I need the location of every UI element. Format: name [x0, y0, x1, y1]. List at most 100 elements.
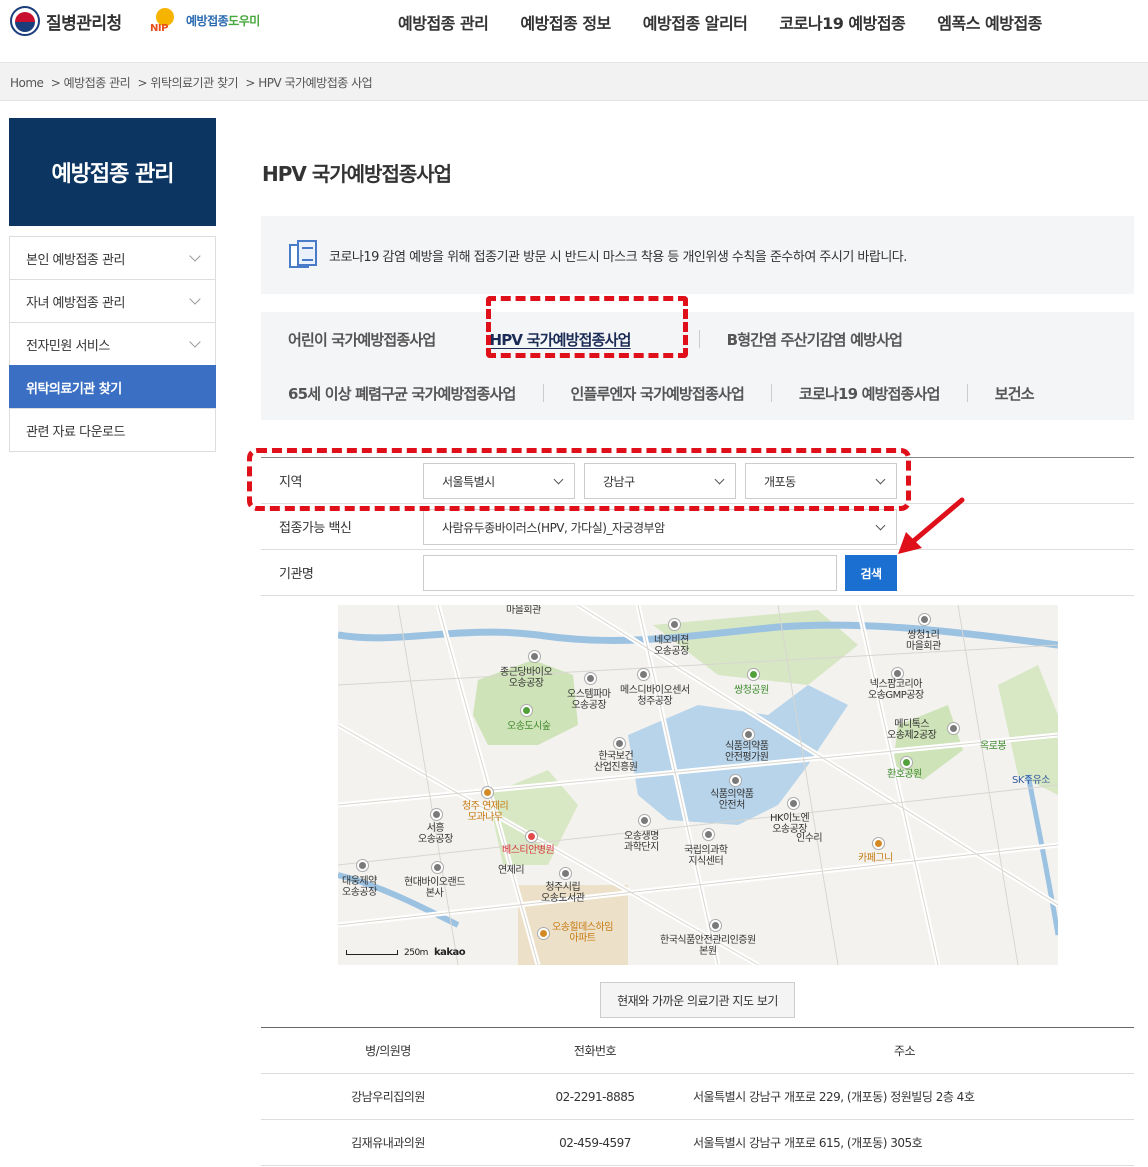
nip-logo[interactable]: NIP 예방접종도우미 [148, 6, 260, 34]
gnb-item-vaccination-info[interactable]: 예방접종 정보 [520, 10, 611, 34]
col-header-address: 주소 [893, 1044, 916, 1058]
map-pin-icon [948, 723, 959, 734]
tab-divider [698, 330, 700, 348]
helper-brand-a: 예방접종 [186, 13, 229, 28]
breadcrumb-home[interactable]: Home [10, 76, 44, 90]
tab-influenza[interactable]: 인플루엔자 국가예방접종사업 [571, 383, 745, 404]
map-label: 메스디바이오센서 청주공장 [620, 685, 690, 707]
breadcrumb-find-clinic[interactable]: > 위탁의료기관 찾기 [138, 76, 239, 90]
breadcrumb-current: > HPV 국가예방접종 사업 [245, 76, 373, 90]
clinic-phone: 02-2291-8885 [555, 1089, 635, 1104]
org-label: 기관명 [279, 567, 314, 582]
chevron-down-icon [189, 336, 201, 348]
lnb-item-find-clinic[interactable]: 위탁의료기관 찾기 [9, 365, 216, 409]
tab-row-2: 65세 이상 폐렴구균 국가예방접종사업 인플루엔자 국가예방접종사업 코로나1… [261, 366, 1134, 420]
nearby-clinics-map-button[interactable]: 현재와 가까운 의료기관 지도 보기 [600, 982, 795, 1018]
map-pin-icon [638, 669, 649, 680]
lnb-item-child-vaccination[interactable]: 자녀 예방접종 관리 [9, 279, 216, 323]
map-label: 연제리 [498, 865, 525, 876]
map-pin-icon [529, 651, 540, 662]
table-row[interactable]: 강남우리집의원 02-2291-8885 서울특별시 강남구 개포로 229, … [261, 1074, 1134, 1120]
park-pin-icon [748, 669, 759, 680]
highlight-box-hpv-tab [486, 296, 688, 358]
clinic-name[interactable]: 김재유내과의원 [261, 1134, 515, 1151]
global-nav: 예방접종 관리 예방접종 정보 예방접종 알리터 코로나19 예방접종 엠폭스 … [398, 10, 1042, 34]
scale-text: 250m [404, 947, 428, 958]
highlight-box-region [247, 448, 911, 511]
lnb-item-downloads[interactable]: 관련 자료 다운로드 [9, 408, 216, 452]
program-tabs: 어린이 국가예방접종사업 HPV 국가예방접종사업 B형간염 주산기감염 예방사… [261, 312, 1134, 420]
gnb-item-vaccination-management[interactable]: 예방접종 관리 [398, 10, 489, 34]
tab-divider [770, 384, 772, 402]
chevron-down-icon [189, 250, 201, 262]
map-label: 메디톡스 오송제2공장 [887, 719, 937, 741]
map-label: 청주 연제리 모과나무 [462, 801, 509, 823]
map-label: 옥로봉 [980, 741, 1007, 752]
col-header-phone: 전화번호 [573, 1044, 617, 1058]
gnb-item-covid19[interactable]: 코로나19 예방접종 [779, 10, 905, 34]
breadcrumb: Home > 예방접종 관리 > 위탁의료기관 찾기 > HPV 국가예방접종 … [0, 62, 1148, 101]
map-label: 서흥 오송공장 [418, 823, 453, 845]
map-background [338, 605, 1058, 965]
clinic-name[interactable]: 강남우리집의원 [261, 1088, 515, 1105]
map-label: 국립의과학 지식센터 [684, 845, 728, 867]
nip-mark-text: NIP [150, 23, 168, 34]
table-row[interactable]: 김재유내과의원 02-459-4597 서울특별시 강남구 개포로 615, (… [261, 1120, 1134, 1166]
map-pin-icon [743, 729, 754, 740]
table-header: 병/의원명 전화번호 주소 [261, 1028, 1134, 1074]
side-nav: 본인 예방접종 관리 자녀 예방접종 관리 전자민원 서비스 위탁의료기관 찾기… [9, 236, 216, 452]
map-pin-icon [669, 619, 680, 630]
tab-row-1: 어린이 국가예방접종사업 HPV 국가예방접종사업 B형간염 주산기감염 예방사… [261, 312, 1134, 366]
map-pin-icon [431, 809, 442, 820]
map-label: 넥스팜코리아 오송GMP공장 [868, 679, 924, 701]
tab-hepatitis-b[interactable]: B형간염 주산기감염 예방사업 [727, 329, 903, 350]
lnb-title: 예방접종 관리 [9, 118, 216, 226]
map-label: 오송생명 과학단지 [624, 831, 659, 853]
map-label: 식품의약품 안전평가원 [725, 741, 769, 763]
notice-box: 코로나19 감염 예방을 위해 접종기관 방문 시 반드시 마스크 착용 등 개… [261, 216, 1134, 294]
map-pin-icon [710, 920, 721, 931]
map-pin-icon [919, 614, 930, 625]
gnb-item-vaccination-alerter[interactable]: 예방접종 알리터 [643, 10, 748, 34]
notice-text: 코로나19 감염 예방을 위해 접종기관 방문 시 반드시 마스크 착용 등 개… [329, 249, 907, 265]
clinic-address: 서울특별시 강남구 개포로 229, (개포동) 정원빌딩 2층 4호 [693, 1090, 975, 1104]
lnb-item-my-vaccination[interactable]: 본인 예방접종 관리 [9, 236, 216, 280]
kdca-logo[interactable]: 질병관리청 [10, 6, 122, 36]
landmark-pin-icon [482, 787, 493, 798]
map-label: 오스템파마 오송공장 [567, 689, 611, 711]
search-button[interactable]: 검색 [845, 555, 897, 591]
lnb-item-e-civil-service[interactable]: 전자민원 서비스 [9, 322, 216, 366]
hospital-pin-icon [526, 831, 537, 842]
lnb-item-label: 관련 자료 다운로드 [26, 424, 125, 440]
kakao-logo: kakao [433, 947, 466, 958]
clinic-table: 병/의원명 전화번호 주소 강남우리집의원 02-2291-8885 서울특별시… [261, 1027, 1134, 1166]
park-pin-icon [521, 705, 532, 716]
map-label: 쌍청공원 [734, 685, 769, 696]
map-pin-icon [614, 738, 625, 749]
map-label: 종근당바이오 오송공장 [500, 667, 553, 689]
tab-pneumococcal[interactable]: 65세 이상 폐렴구균 국가예방접종사업 [288, 383, 516, 404]
map-pin-icon [788, 798, 799, 809]
map-label: 인수리 [796, 833, 823, 844]
tab-child-vaccination[interactable]: 어린이 국가예방접종사업 [288, 329, 436, 350]
map-pin-icon [730, 775, 741, 786]
lnb-item-label: 위탁의료기관 찾기 [26, 381, 122, 397]
red-arrow-icon [898, 497, 965, 554]
vaccine-select[interactable]: 사람유두종바이러스(HPV, 가다실)_자궁경부암 [423, 509, 897, 545]
clinic-phone: 02-459-4597 [559, 1135, 631, 1150]
org-row: 기관명 검색 [261, 550, 1134, 596]
map-pin-icon [585, 673, 596, 684]
breadcrumb-vaccination-management[interactable]: > 예방접종 관리 [51, 76, 131, 90]
tab-health-center[interactable]: 보건소 [995, 383, 1035, 404]
tab-covid19[interactable]: 코로나19 예방접종사업 [799, 383, 941, 404]
gnb-item-mpox[interactable]: 엠폭스 예방접종 [937, 10, 1042, 34]
map-pin-icon [432, 862, 443, 873]
document-icon [289, 240, 319, 270]
clinic-map[interactable]: 마을회관 네오비젼 오송공장 쌍청1리 마을회관 종근당바이오 오송공장 오스템… [338, 605, 1058, 965]
col-header-name: 병/의원명 [365, 1044, 411, 1058]
map-pin-icon [892, 668, 903, 679]
lnb-item-label: 본인 예방접종 관리 [26, 252, 125, 268]
tab-divider [966, 384, 968, 402]
org-name-input[interactable] [423, 555, 837, 591]
map-label: 카페그니 [858, 853, 893, 864]
